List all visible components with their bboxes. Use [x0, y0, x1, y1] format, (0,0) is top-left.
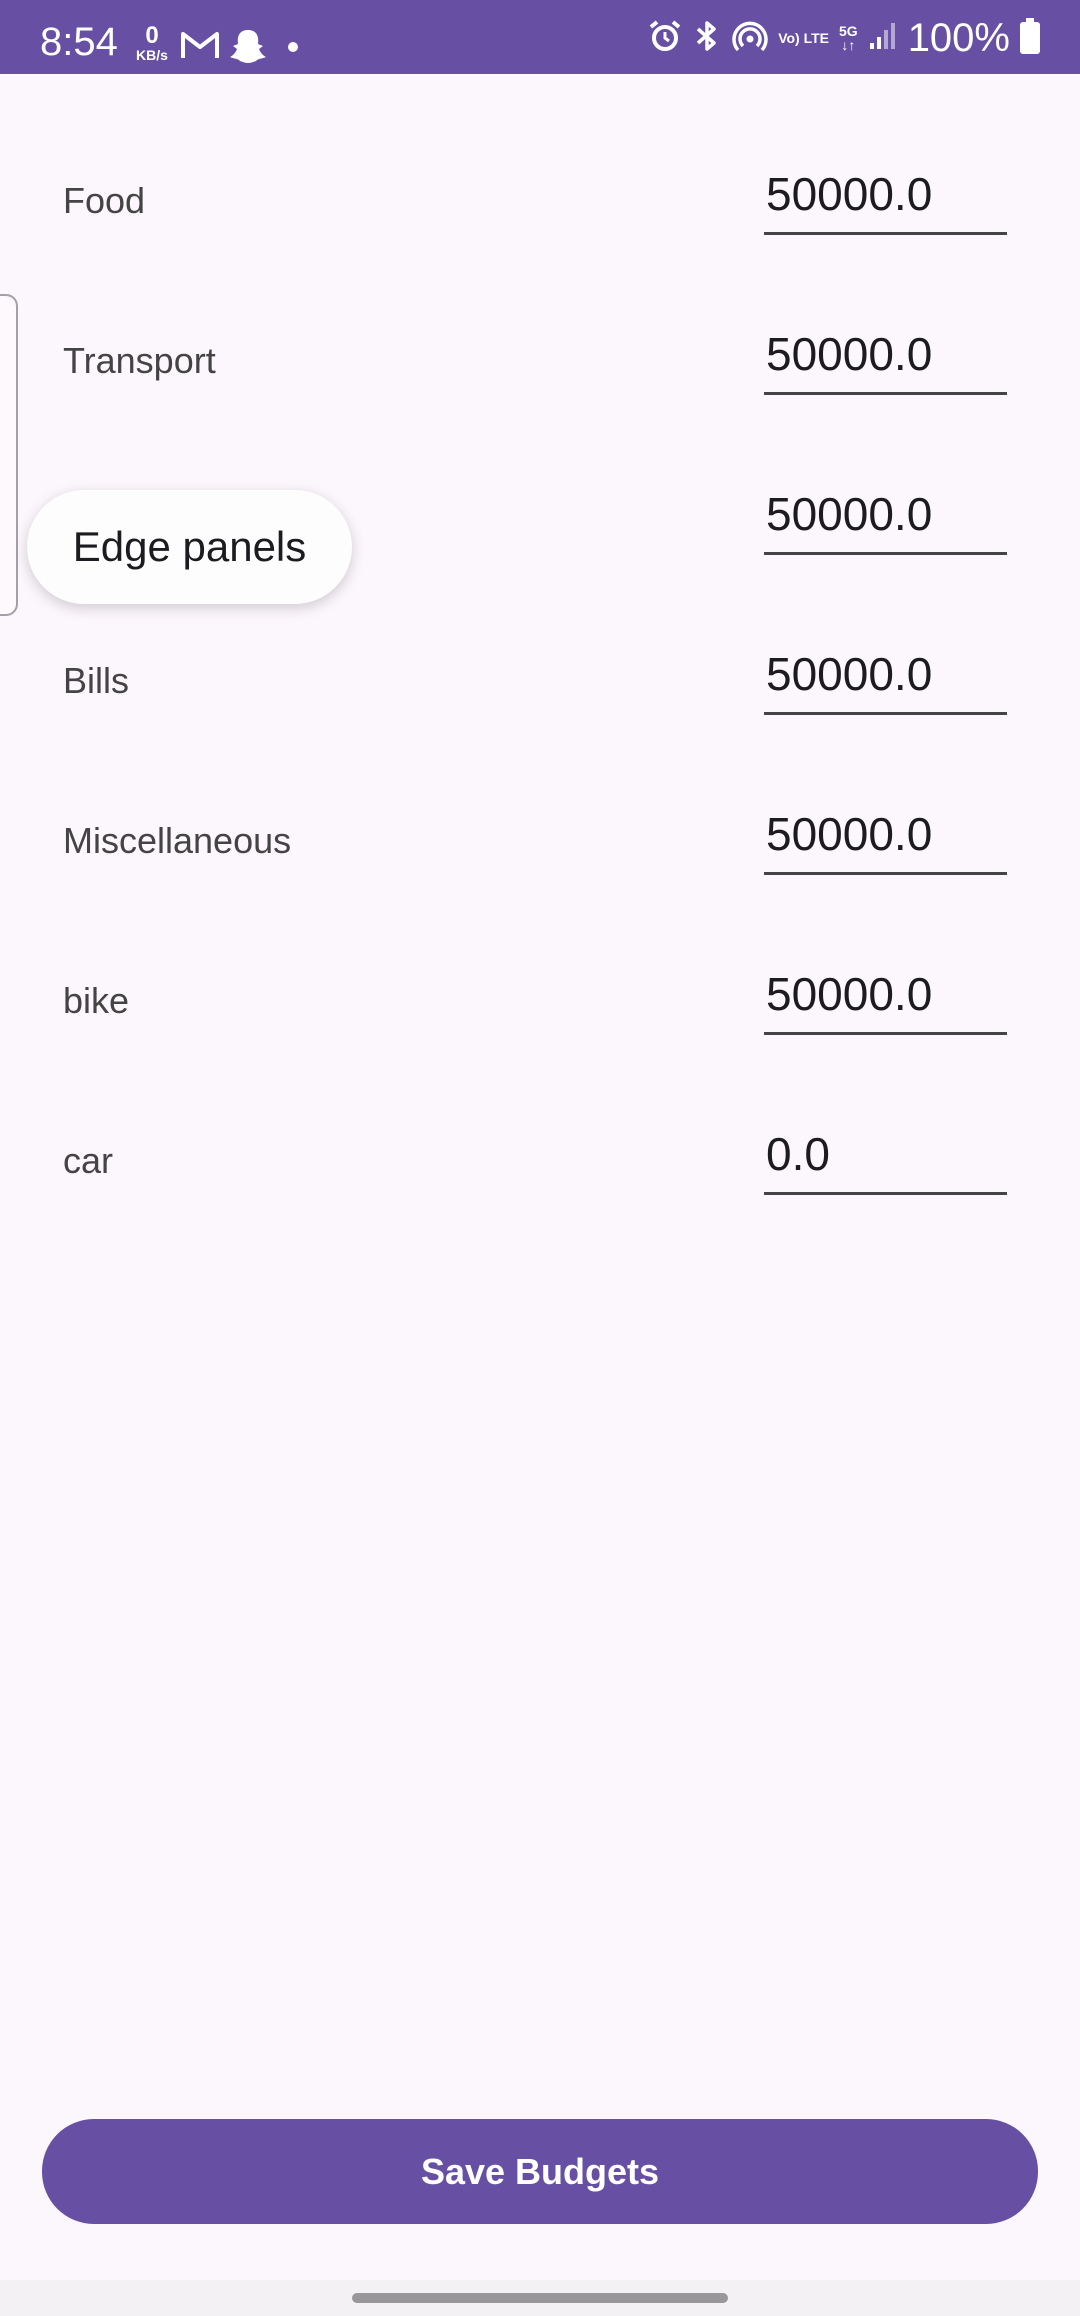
gesture-handle[interactable] — [352, 2293, 728, 2303]
budget-input-car[interactable] — [764, 1115, 1007, 1195]
budget-input-miscellaneous[interactable] — [764, 795, 1007, 875]
budget-row-car: car — [0, 0, 1080, 1195]
budget-label-food: Food — [63, 180, 146, 221]
budget-label-bike: bike — [63, 980, 130, 1021]
budget-input-bills[interactable] — [764, 635, 1007, 715]
budget-input-3[interactable] — [764, 475, 1007, 555]
edge-panel-handle[interactable] — [0, 294, 18, 616]
save-budgets-button[interactable]: Save Budgets — [42, 2119, 1038, 2224]
budget-input-transport[interactable] — [764, 315, 1007, 395]
edge-panels-toast: Edge panels — [27, 490, 352, 604]
budget-label-bills: Bills — [63, 660, 130, 701]
budget-label-miscellaneous: Miscellaneous — [63, 820, 292, 861]
budget-label-car: car — [63, 1140, 114, 1181]
budget-input-food[interactable] — [764, 155, 1007, 235]
budget-label-transport: Transport — [63, 340, 216, 381]
budget-input-bike[interactable] — [764, 955, 1007, 1035]
